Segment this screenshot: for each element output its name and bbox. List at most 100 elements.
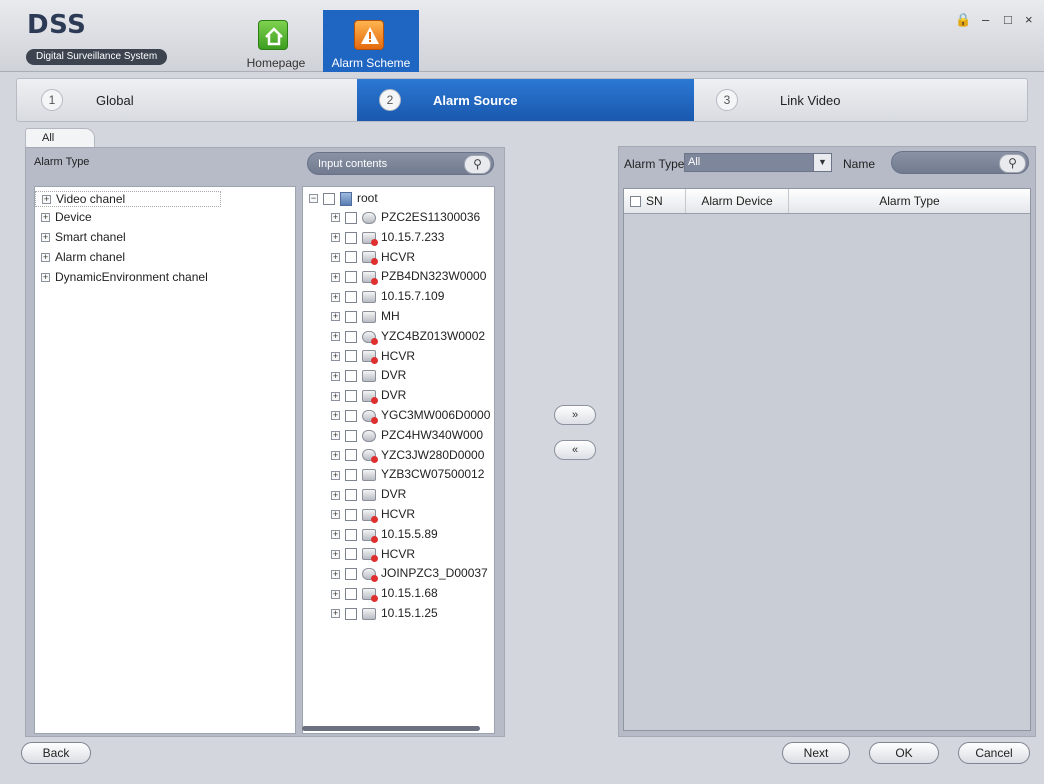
remove-from-selection-button[interactable]: «	[554, 440, 596, 460]
tree-root[interactable]: − root	[309, 191, 378, 209]
lock-icon[interactable]: 🔒	[955, 12, 971, 28]
expand-icon[interactable]: +	[41, 213, 50, 223]
expand-icon[interactable]: +	[331, 272, 340, 282]
device-tree-item[interactable]: + YZC3JW280D0000	[331, 448, 484, 466]
step-global[interactable]: 1 Global	[17, 79, 354, 121]
expand-icon[interactable]: +	[331, 332, 340, 342]
device-tree-item[interactable]: + JOINPZC3_D00037	[331, 566, 488, 584]
expand-icon[interactable]: +	[42, 195, 51, 205]
column-sn[interactable]: SN	[624, 189, 686, 213]
alarm-type-select[interactable]: All ▼	[684, 153, 832, 172]
device-tree-item[interactable]: + MH	[331, 309, 400, 327]
device-checkbox[interactable]	[345, 330, 357, 343]
device-checkbox[interactable]	[345, 271, 357, 284]
tree-item-smart-chanel[interactable]: + Smart chanel	[41, 230, 126, 246]
device-checkbox[interactable]	[345, 607, 357, 620]
expand-icon[interactable]: +	[331, 431, 340, 441]
device-checkbox[interactable]	[345, 409, 357, 422]
expand-icon[interactable]: +	[331, 470, 340, 480]
tree-item-dynamic-environment-chanel[interactable]: + DynamicEnvironment chanel	[41, 270, 208, 286]
expand-icon[interactable]: +	[331, 569, 340, 579]
device-tree-item[interactable]: + PZB4DN323W0000	[331, 269, 486, 287]
device-tree-item[interactable]: + DVR	[331, 368, 406, 386]
tree-item-alarm-chanel[interactable]: + Alarm chanel	[41, 250, 125, 266]
root-checkbox[interactable]	[323, 192, 335, 205]
cancel-button[interactable]: Cancel	[958, 742, 1030, 764]
expand-icon[interactable]: +	[331, 450, 340, 460]
device-checkbox[interactable]	[345, 548, 357, 561]
device-tree-item[interactable]: +10.15.1.68	[331, 586, 438, 604]
minimize-icon[interactable]: –	[982, 12, 989, 27]
expand-icon[interactable]: +	[331, 312, 340, 322]
device-search-input[interactable]	[318, 156, 463, 172]
nav-homepage[interactable]: Homepage	[228, 10, 324, 72]
tab-all[interactable]: All	[25, 128, 95, 148]
device-checkbox[interactable]	[345, 469, 357, 482]
device-tree-item[interactable]: + YGC3MW006D0000	[331, 408, 490, 426]
column-alarm-device[interactable]: Alarm Device	[686, 189, 789, 213]
expand-icon[interactable]: +	[41, 273, 50, 283]
name-search-input[interactable]	[902, 155, 998, 171]
device-tree-item[interactable]: + HCVR	[331, 349, 415, 367]
device-checkbox[interactable]	[345, 211, 357, 224]
next-button[interactable]: Next	[782, 742, 850, 764]
device-checkbox[interactable]	[345, 588, 357, 601]
search-icon[interactable]: ⚲	[464, 155, 491, 174]
expand-icon[interactable]: +	[331, 549, 340, 559]
device-checkbox[interactable]	[345, 528, 357, 541]
device-tree-item[interactable]: + DVR	[331, 388, 406, 406]
device-checkbox[interactable]	[345, 449, 357, 462]
nav-alarm-scheme[interactable]: Alarm Scheme	[323, 10, 419, 72]
device-tree-item[interactable]: +10.15.7.233	[331, 230, 444, 248]
device-tree-item[interactable]: + DVR	[331, 487, 406, 505]
expand-icon[interactable]: +	[331, 510, 340, 520]
device-checkbox[interactable]	[345, 310, 357, 323]
device-checkbox[interactable]	[345, 350, 357, 363]
step-link-video[interactable]: 3 Link Video	[694, 79, 1031, 121]
device-tree-item[interactable]: + YZB3CW07500012	[331, 467, 484, 485]
device-tree-item[interactable]: +10.15.7.109	[331, 289, 444, 307]
device-checkbox[interactable]	[345, 370, 357, 383]
tree-item-video-chanel[interactable]: + Video chanel	[35, 191, 221, 207]
expand-icon[interactable]: +	[331, 292, 340, 302]
device-tree-item[interactable]: + YZC4BZ013W0002	[331, 329, 485, 347]
expand-icon[interactable]: +	[331, 252, 340, 262]
expand-icon[interactable]: +	[41, 233, 50, 243]
expand-icon[interactable]: +	[331, 530, 340, 540]
add-to-selection-button[interactable]: »	[554, 405, 596, 425]
maximize-icon[interactable]: □	[1004, 12, 1012, 27]
tree-item-device[interactable]: + Device	[41, 210, 92, 226]
device-checkbox[interactable]	[345, 568, 357, 581]
device-checkbox[interactable]	[345, 231, 357, 244]
device-checkbox[interactable]	[345, 291, 357, 304]
expand-icon[interactable]: +	[41, 253, 50, 263]
device-checkbox[interactable]	[345, 251, 357, 264]
expand-icon[interactable]: +	[331, 411, 340, 421]
device-checkbox[interactable]	[345, 390, 357, 403]
dropdown-arrow-icon[interactable]: ▼	[813, 154, 831, 171]
expand-icon[interactable]: +	[331, 589, 340, 599]
expand-icon[interactable]: +	[331, 213, 340, 223]
expand-icon[interactable]: +	[331, 490, 340, 500]
back-button[interactable]: Back	[21, 742, 91, 764]
expand-icon[interactable]: +	[331, 371, 340, 381]
device-tree-scrollbar[interactable]	[302, 726, 480, 731]
device-tree-item[interactable]: + HCVR	[331, 507, 415, 525]
device-tree-item[interactable]: + HCVR	[331, 547, 415, 565]
close-icon[interactable]: ×	[1025, 12, 1033, 27]
ok-button[interactable]: OK	[869, 742, 939, 764]
expand-icon[interactable]: +	[331, 233, 340, 243]
device-checkbox[interactable]	[345, 429, 357, 442]
expand-icon[interactable]: +	[331, 391, 340, 401]
step-alarm-source[interactable]: 2 Alarm Source	[357, 79, 694, 121]
column-alarm-type[interactable]: Alarm Type	[789, 189, 1030, 213]
expand-icon[interactable]: +	[331, 609, 340, 619]
expand-icon[interactable]: +	[331, 351, 340, 361]
select-all-checkbox[interactable]	[630, 196, 641, 208]
device-checkbox[interactable]	[345, 508, 357, 521]
device-tree-item[interactable]: + PZC2ES11300036	[331, 210, 480, 228]
device-tree-item[interactable]: +10.15.1.25	[331, 606, 438, 624]
collapse-icon[interactable]: −	[309, 194, 318, 204]
device-tree-item[interactable]: + PZC4HW340W000	[331, 428, 483, 446]
device-tree-item[interactable]: + HCVR	[331, 250, 415, 268]
